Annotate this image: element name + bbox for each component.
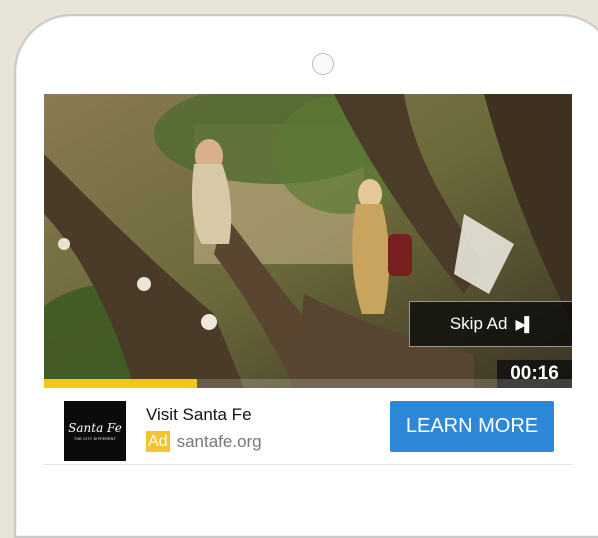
ad-url[interactable]: santafe.org — [177, 432, 262, 452]
advertiser-logo[interactable]: Santa Fe THE CITY DIFFERENT — [64, 401, 126, 461]
skip-next-icon: ▶▌ — [515, 315, 534, 332]
learn-more-button[interactable]: LEARN MORE — [390, 401, 554, 452]
logo-tagline: THE CITY DIFFERENT — [74, 436, 116, 441]
ad-subline: Ad santafe.org — [146, 431, 262, 452]
ad-progress-fill — [44, 379, 198, 388]
ad-banner: Santa Fe THE CITY DIFFERENT Visit Santa … — [44, 388, 572, 465]
ad-badge: Ad — [146, 431, 170, 452]
skip-ad-label: Skip Ad — [449, 314, 508, 333]
skip-ad-button[interactable]: Skip Ad ▶▌ — [409, 301, 572, 347]
ad-title[interactable]: Visit Santa Fe — [146, 405, 252, 425]
logo-script-text: Santa Fe — [68, 420, 122, 435]
ad-progress-bar — [44, 379, 572, 388]
front-camera-icon — [312, 53, 334, 75]
